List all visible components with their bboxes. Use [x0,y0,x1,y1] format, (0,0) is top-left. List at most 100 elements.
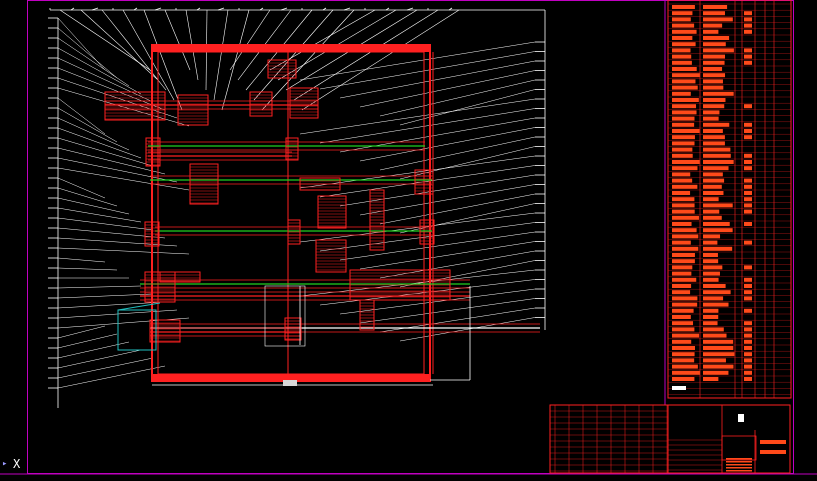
title-text [760,440,786,444]
bom-cell-text [703,184,722,189]
cad-viewport[interactable]: ▸ X [0,0,817,481]
bom-cell-text [672,364,698,369]
bom-cell-text [703,203,733,208]
leader-line [301,9,460,111]
bom-cell-text [672,228,697,233]
bom-cell-text [672,191,691,195]
bom-cell-text [672,315,691,319]
leader-line [57,333,118,349]
bom-cell-text [703,141,725,146]
bom-cell-text [703,333,727,338]
bom-cell-text [672,333,700,338]
bom-cell-text [703,42,726,47]
bom-cell-text [703,358,726,363]
bom-cell-text [703,79,723,84]
bom-cell-text [703,370,729,375]
drawing-canvas[interactable] [0,0,817,481]
bom-cell-text [672,184,698,189]
leader-line [221,9,250,111]
bom-cell-text [672,104,697,109]
bom-cell-text [703,110,720,115]
bom-cell-text [672,98,699,102]
title-text [726,470,752,472]
leader-line [57,37,130,87]
leader-line [57,349,142,369]
bom-cell-text [744,296,752,301]
bom-cell-text [744,290,752,295]
bom-cell-text [703,209,720,214]
leader-line [359,70,536,108]
bom-cell-text [672,23,695,28]
bom-cell-text [744,377,752,381]
bom-cell-text [672,277,697,282]
bom-cell-text [744,29,752,34]
title-box [721,435,757,461]
bom-cell-text [744,129,752,133]
title-frame [549,404,791,474]
bom-cell-text [672,259,695,264]
bom-cell-text [672,215,699,220]
bom-cell-text [703,327,724,332]
bom-cell-text [672,271,692,276]
bom-cell-text [703,48,734,53]
bom-cell-text [703,246,733,251]
bom-cell-text [744,104,752,109]
bom-cell-text [672,73,700,78]
bom-cell-text [744,197,752,202]
leader-line [57,137,154,167]
leader-line [379,250,536,279]
bom-cell-text [672,209,695,214]
bom-cell-text [703,215,722,220]
leader-line [339,60,536,99]
bom-cell-text [672,54,692,59]
bom-cell-text [744,240,752,245]
bom-cell-text [744,327,752,332]
bom-cell-text [703,67,723,71]
bom-cell-text [672,116,695,121]
leader-line [359,298,536,324]
bom-cell-text [672,253,695,257]
bom-cell-text [672,203,695,208]
overall-width-dimension-text [283,380,297,386]
bom-cell-text [672,60,692,65]
bom-cell-text [744,160,752,164]
bom-cell-text [744,308,752,313]
bom-cell-text [703,346,734,350]
leader-line [57,267,118,271]
bom-cell-text [744,122,752,127]
leader-line [57,247,190,255]
ucs-arrow-icon: ▸ [2,459,8,469]
leader-line [57,325,106,339]
bom-cell-text [703,116,719,121]
leader-line [57,47,142,95]
title-text [726,467,752,469]
bom-cell-text [703,104,725,109]
leader-line [293,9,439,101]
bom-cell-text [744,166,752,171]
leader-line [319,108,536,144]
leader-line [299,98,536,135]
bom-cell-text [744,333,752,338]
bom-cell-text [672,246,699,251]
bom-cell-text [703,222,730,226]
leader-line [299,155,536,189]
bom-cell-text [744,339,752,344]
bom-cell-text [672,321,694,326]
leader-line [213,9,229,101]
leader-line [399,260,536,288]
bom-cell-text [703,277,719,282]
gear-outline [159,271,201,283]
bom-cell-text [703,160,734,164]
bom-highlight [672,386,686,390]
bom-cell-text [672,240,691,245]
bom-cell-text [672,284,692,288]
leader-line [57,365,166,389]
bom-cell-text [672,85,698,90]
bom-cell-text [744,135,752,140]
housing-top-hatch [152,45,430,52]
bom-cell-text [672,135,695,140]
bom-cell-text [744,60,752,65]
bom-cell-text [744,203,752,208]
leader-line [379,193,536,225]
bom-cell-text [672,302,698,307]
